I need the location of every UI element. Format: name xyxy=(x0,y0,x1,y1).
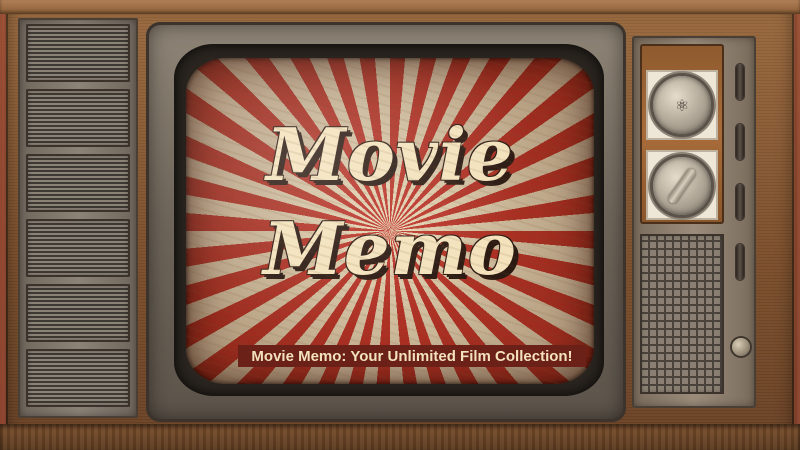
backdrop-right-edge xyxy=(794,0,800,450)
switch-slot[interactable] xyxy=(736,184,744,220)
speaker-grill xyxy=(26,89,130,147)
tv-screen[interactable]: Movie Memo xyxy=(186,58,594,384)
speaker-grill xyxy=(26,24,130,82)
retro-tv-scene: Movie Memo Movie Memo: Your Unlimited Fi… xyxy=(0,0,800,450)
volume-knob[interactable] xyxy=(732,338,750,356)
subtitle-banner: Movie Memo: Your Unlimited Film Collecti… xyxy=(238,345,586,367)
switch-slot[interactable] xyxy=(736,124,744,160)
atom-icon[interactable]: ⚛ xyxy=(653,76,711,134)
subtitle-text: Movie Memo: Your Unlimited Film Collecti… xyxy=(251,347,573,365)
title-line-1: Movie xyxy=(266,112,514,197)
switch-slot[interactable] xyxy=(736,244,744,280)
tv-cabinet-base xyxy=(0,424,800,450)
speaker-grill xyxy=(26,349,130,407)
speaker-grill xyxy=(26,219,130,277)
title-line-2: Memo xyxy=(263,206,517,291)
tv-cabinet-top xyxy=(0,0,800,14)
left-speaker-panel xyxy=(18,18,138,418)
switch-slot[interactable] xyxy=(736,64,744,100)
right-speaker-grill xyxy=(640,234,724,394)
speaker-grill xyxy=(26,154,130,212)
knob-handle-icon[interactable] xyxy=(653,157,711,215)
side-switches xyxy=(734,64,748,384)
speaker-grill xyxy=(26,284,130,342)
